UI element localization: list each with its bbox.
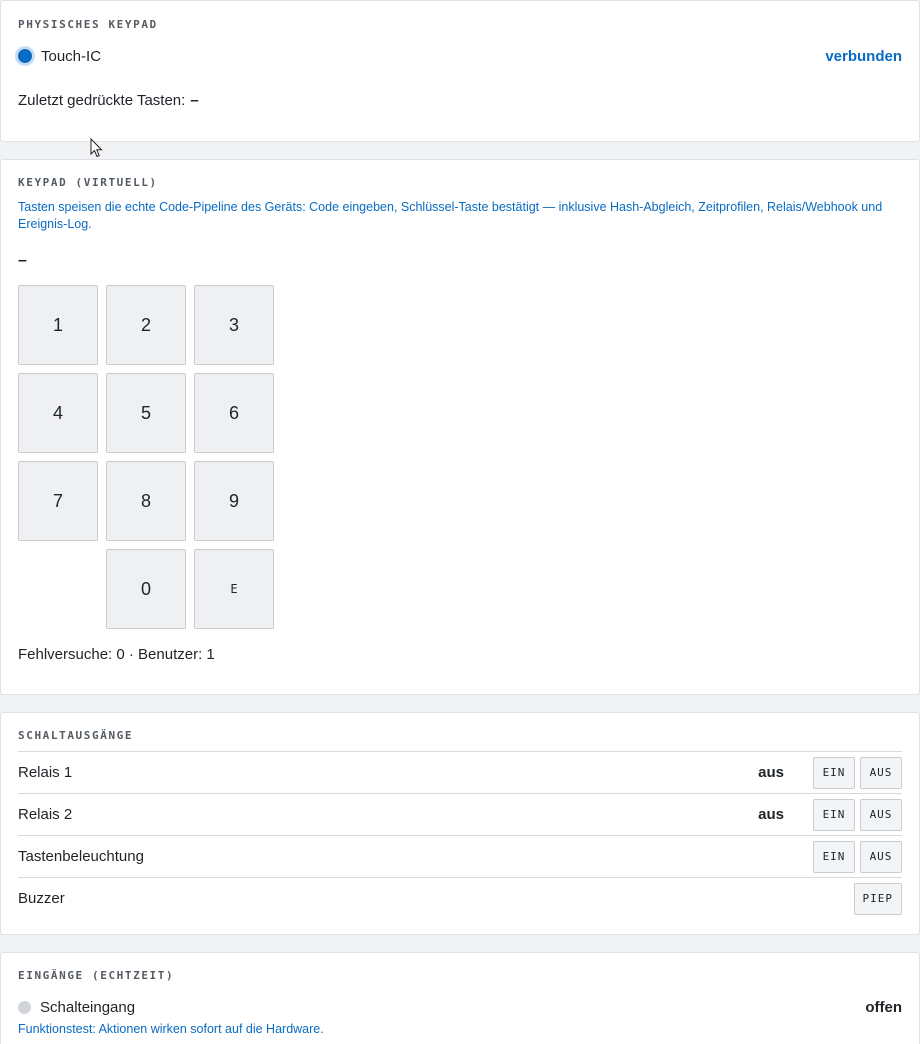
switch-input-state: offen: [865, 998, 902, 1016]
relay-2-off-button[interactable]: AUS: [860, 798, 902, 831]
key-9[interactable]: 9: [194, 461, 274, 541]
backlight-on-button[interactable]: EIN: [813, 840, 855, 873]
connection-status: verbunden: [825, 47, 902, 65]
inputs-card: EINGÄNGE (ECHTZEIT) Schalteingang offen …: [0, 952, 920, 1044]
key-0[interactable]: 0: [106, 549, 186, 629]
inputs-title: EINGÄNGE (ECHTZEIT): [18, 969, 175, 982]
key-7[interactable]: 7: [18, 461, 98, 541]
last-keys-row: Zuletzt gedrückte Tasten: –: [18, 90, 902, 110]
code-display: –: [18, 252, 27, 269]
function-test-note: Funktionstest: Aktionen wirken sofort au…: [18, 1022, 324, 1036]
keypad-stats: Fehlversuche: 0 · Benutzer: 1: [18, 646, 215, 663]
virtual-keypad-info: Tasten speisen die echte Code-Pipeline d…: [18, 200, 883, 231]
virtual-keypad-title: KEYPAD (VIRTUELL): [18, 176, 158, 189]
buzzer-beep-button[interactable]: PIEP: [853, 882, 902, 915]
mouse-pointer-icon: [90, 138, 103, 158]
keypad-grid: 1 2 3 4 5 6 7 8 9 0 E: [18, 285, 274, 629]
switch-input-label: Schalteingang: [40, 998, 136, 1016]
backlight-off-button[interactable]: AUS: [860, 840, 902, 873]
last-keys-value: –: [190, 91, 199, 109]
key-3[interactable]: 3: [194, 285, 274, 365]
key-4[interactable]: 4: [18, 373, 98, 453]
key-8[interactable]: 8: [106, 461, 186, 541]
output-name: Relais 2: [18, 806, 73, 823]
key-enter[interactable]: E: [194, 549, 274, 629]
output-row-backlight: Tastenbeleuchtung EIN AUS: [18, 835, 902, 877]
output-state: aus: [758, 764, 784, 781]
relay-2-on-button[interactable]: EIN: [813, 798, 855, 831]
output-state: aus: [758, 806, 784, 823]
relay-1-off-button[interactable]: AUS: [860, 756, 902, 789]
output-name: Buzzer: [18, 890, 65, 907]
device-label: Touch-IC: [41, 47, 102, 65]
output-name: Tastenbeleuchtung: [18, 848, 144, 865]
virtual-keypad-card: KEYPAD (VIRTUELL) Tasten speisen die ech…: [0, 159, 920, 695]
key-1[interactable]: 1: [18, 285, 98, 365]
physical-keypad-card: PHYSISCHES KEYPAD Touch-IC verbunden Zul…: [0, 0, 920, 142]
output-row-buzzer: Buzzer PIEP: [18, 877, 902, 919]
last-keys-label: Zuletzt gedrückte Tasten:: [18, 91, 186, 109]
status-dot-icon: [18, 1000, 31, 1014]
key-2[interactable]: 2: [106, 285, 186, 365]
device-row: Touch-IC verbunden: [18, 46, 902, 66]
relay-1-on-button[interactable]: EIN: [813, 756, 855, 789]
switch-input-row: Schalteingang offen: [18, 997, 902, 1017]
key-6[interactable]: 6: [194, 373, 274, 453]
output-row-relay-2: Relais 2 aus EIN AUS: [18, 793, 902, 835]
status-dot-icon: [18, 49, 32, 63]
output-name: Relais 1: [18, 764, 73, 781]
outputs-card: SCHALTAUSGÄNGE Relais 1 aus EIN AUS Rela…: [0, 712, 920, 935]
physical-keypad-title: PHYSISCHES KEYPAD: [18, 18, 158, 31]
key-5[interactable]: 5: [106, 373, 186, 453]
output-row-relay-1: Relais 1 aus EIN AUS: [18, 751, 902, 793]
outputs-title: SCHALTAUSGÄNGE: [18, 729, 134, 742]
